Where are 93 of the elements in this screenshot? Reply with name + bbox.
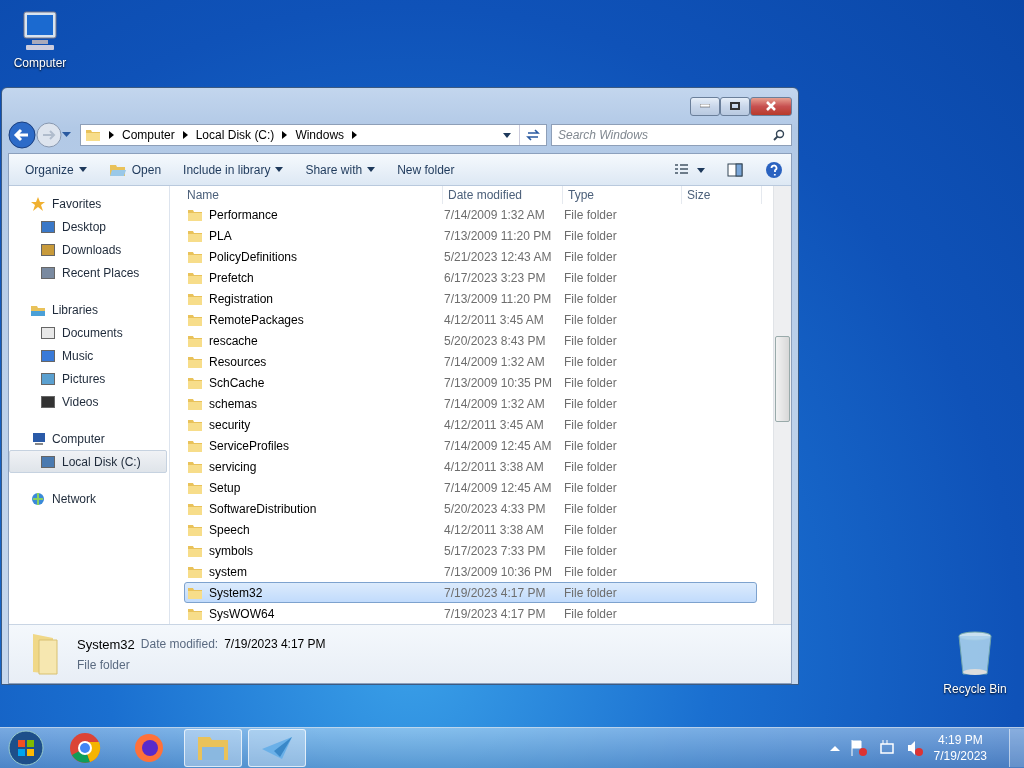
volume-icon[interactable] <box>905 739 924 757</box>
breadcrumb[interactable]: Windows <box>295 128 345 142</box>
recycle-bin-icon[interactable] <box>957 630 993 678</box>
file-row[interactable]: PLA 7/13/2009 11:20 PM File folder <box>184 225 757 246</box>
file-row[interactable]: schemas 7/14/2009 1:32 AM File folder <box>184 393 757 414</box>
file-row[interactable]: Setup 7/14/2009 12:45 AM File folder <box>184 477 757 498</box>
column-header[interactable]: Name <box>182 186 443 204</box>
flag-icon[interactable] <box>849 739 868 757</box>
file-row[interactable]: Speech 4/12/2011 3:38 AM File folder <box>184 519 757 540</box>
details-type: File folder <box>77 657 131 672</box>
breadcrumb[interactable]: Computer <box>122 128 175 142</box>
caret-icon <box>78 167 87 172</box>
paper-plane-icon <box>260 735 294 761</box>
chevron-right-icon <box>352 131 358 139</box>
file-row[interactable]: system 7/13/2009 10:36 PM File folder <box>184 561 757 582</box>
caret-icon <box>367 167 376 172</box>
item-icon <box>40 370 56 387</box>
nav-item[interactable]: Libraries <box>9 298 167 321</box>
show-hidden-icons[interactable] <box>829 745 840 751</box>
file-row[interactable]: RemotePackages 4/12/2011 3:45 AM File folder <box>184 309 757 330</box>
file-row[interactable]: Resources 7/14/2009 1:32 AM File folder <box>184 351 757 372</box>
help-icon[interactable] <box>765 160 783 179</box>
nav-item[interactable]: Desktop <box>9 215 167 238</box>
browser-icon <box>69 732 101 764</box>
caret-icon <box>275 167 284 172</box>
chevron-right-icon <box>182 131 188 139</box>
toolbar-menu-button[interactable]: Organize <box>15 156 97 183</box>
nav-item[interactable]: Pictures <box>9 367 167 390</box>
nav-item[interactable]: Recent Places <box>9 261 167 284</box>
file-row[interactable]: servicing 4/12/2011 3:38 AM File folder <box>184 456 757 477</box>
nav-item[interactable]: Downloads <box>9 238 167 261</box>
details-date: 7/19/2023 4:17 PM <box>224 636 326 652</box>
chevron-right-icon <box>109 131 114 139</box>
toolbar-menu-button[interactable]: Include in library <box>173 156 294 183</box>
item-icon <box>40 264 56 281</box>
file-row[interactable]: Registration 7/13/2009 11:20 PM File folder <box>184 288 757 309</box>
nav-item[interactable]: Network <box>9 487 167 510</box>
minimize-icon <box>700 104 710 108</box>
maximize-button[interactable] <box>720 96 750 116</box>
item-icon <box>40 218 56 235</box>
network-icon <box>30 490 46 507</box>
address-bar[interactable]: Computer Local Disk (C:) Windows <box>80 124 547 146</box>
close-button[interactable] <box>750 96 792 116</box>
details-name: System32 <box>77 636 135 652</box>
column-header[interactable]: Size <box>682 186 762 204</box>
toolbar-button[interactable]: New folder <box>387 156 465 183</box>
clock-date[interactable]: 7/19/2023 <box>933 749 987 763</box>
caret-icon <box>503 132 511 138</box>
maximize-icon <box>730 102 740 110</box>
nav-item[interactable]: Favorites <box>9 192 167 215</box>
file-row[interactable]: security 4/12/2011 3:45 AM File folder <box>184 414 757 435</box>
file-row[interactable]: ServiceProfiles 7/14/2009 12:45 AM File folder <box>184 435 757 456</box>
nav-item[interactable]: Local Disk (C:) <box>9 450 167 473</box>
folder-icon <box>85 127 101 143</box>
breadcrumb[interactable]: Local Disk (C:) <box>195 128 275 142</box>
open-button[interactable]: Open <box>98 156 172 183</box>
file-row[interactable]: symbols 5/17/2023 7:33 PM File folder <box>184 540 757 561</box>
chevron-right-icon <box>282 131 288 139</box>
file-row[interactable]: SchCache 7/13/2009 10:35 PM File folder <box>184 372 757 393</box>
file-row[interactable]: rescache 5/20/2023 8:43 PM File folder <box>184 330 757 351</box>
column-header[interactable]: Date modified <box>443 186 563 204</box>
file-row[interactable]: Prefetch 6/17/2023 3:23 PM File folder <box>184 267 757 288</box>
file-row[interactable]: SoftwareDistribution 5/20/2023 4:33 PM File folder <box>184 498 757 519</box>
file-row[interactable]: System32 7/19/2023 4:17 PM File folder <box>184 582 757 603</box>
file-row[interactable]: Performance 7/14/2009 1:32 AM File folder <box>184 204 757 225</box>
desktop-icon-label[interactable]: Recycle Bin <box>943 682 1007 696</box>
desktop-icon-label[interactable]: Computer <box>13 56 67 70</box>
nav-item[interactable]: Videos <box>9 390 167 413</box>
nav-item[interactable]: Computer <box>9 427 167 450</box>
search-icon <box>773 129 785 141</box>
item-icon <box>40 324 56 341</box>
file-row[interactable]: PolicyDefinitions 5/21/2023 12:43 AM File folder <box>184 246 757 267</box>
star-icon <box>30 195 46 212</box>
computer-icon <box>30 430 46 447</box>
preview-pane-icon[interactable] <box>727 161 743 178</box>
item-icon <box>40 347 56 364</box>
back-button[interactable] <box>8 121 36 149</box>
scrollbar[interactable] <box>773 186 791 624</box>
network-icon[interactable] <box>877 739 896 757</box>
taskbar-app[interactable] <box>248 729 306 767</box>
details-label: Date modified: <box>140 636 219 652</box>
file-row[interactable]: SysWOW64 7/19/2023 4:17 PM File folder <box>184 603 757 624</box>
browser-icon <box>133 732 165 764</box>
item-icon <box>40 393 56 410</box>
nav-item[interactable]: Documents <box>9 321 167 344</box>
close-icon <box>765 101 777 111</box>
item-icon <box>40 453 56 470</box>
recent-pages-icon[interactable] <box>62 132 72 138</box>
nav-item[interactable]: Music <box>9 344 167 367</box>
item-icon <box>40 241 56 258</box>
toolbar-menu-button[interactable]: Share with <box>295 156 386 183</box>
search-field[interactable]: Search Windows <box>551 124 792 146</box>
column-header[interactable]: Type <box>563 186 682 204</box>
